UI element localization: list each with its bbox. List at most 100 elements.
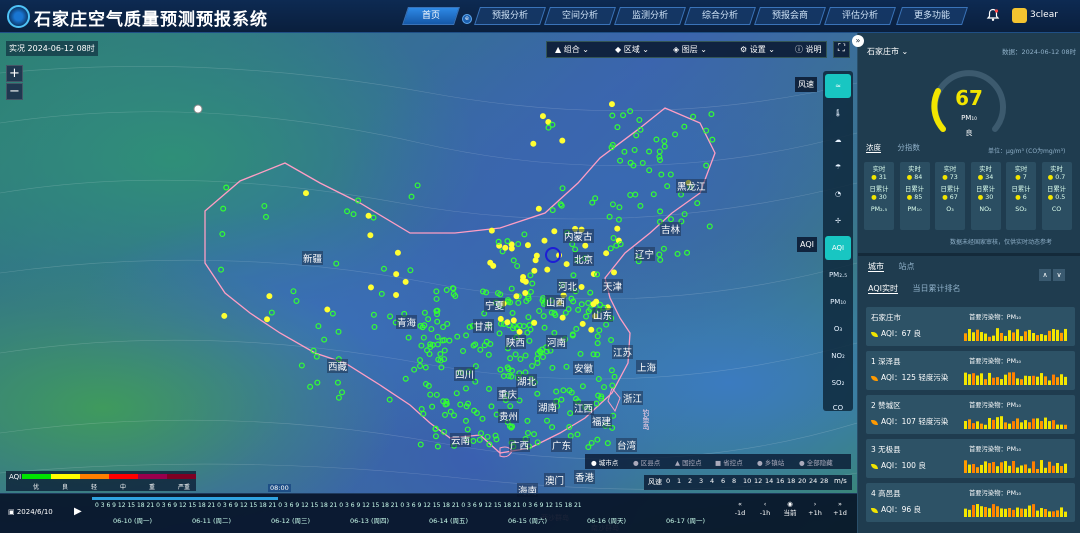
user-avatar-icon[interactable] bbox=[1012, 8, 1027, 23]
timeline-progress[interactable] bbox=[92, 497, 278, 500]
timeline-control-2[interactable]: ◉ 当前 bbox=[778, 500, 802, 518]
timeline-day-label[interactable]: 06-10 (周一) bbox=[113, 515, 152, 525]
toolbar-settings[interactable]: ⚙ 设置 ⌄ bbox=[740, 42, 775, 57]
timeline-date: ▣ 2024/6/10 bbox=[8, 508, 53, 516]
trend-bar bbox=[972, 373, 975, 385]
region-label: 宁夏 bbox=[484, 298, 506, 312]
ranking-row[interactable]: 石家庄市 首要污染物：PM₁₀ AQI：67 良 bbox=[866, 307, 1075, 346]
layer-county-points[interactable]: ● 区县点 bbox=[633, 457, 660, 467]
cloud-icon[interactable]: ☁︎ bbox=[825, 128, 851, 152]
trend-bar bbox=[1044, 376, 1047, 385]
tab-concentration[interactable]: 浓度 bbox=[866, 143, 881, 153]
pollutant-card[interactable]: 实时 ● 31 日累计 ● 30 PM₂.₅ bbox=[864, 162, 894, 230]
timeline-day-label[interactable]: 06-16 (周天) bbox=[587, 515, 626, 525]
nav-monitoring-analysis[interactable]: 监测分析 bbox=[614, 7, 686, 25]
nav-comprehensive-analysis[interactable]: 综合分析 bbox=[684, 7, 756, 25]
card-rt-label: 实时 bbox=[872, 166, 886, 173]
fan-icon[interactable]: ✢ bbox=[825, 209, 851, 233]
layer-city-points[interactable]: ● 城市点 bbox=[591, 457, 618, 467]
wind-speed-button[interactable]: 风速 bbox=[795, 77, 817, 92]
nav-evaluation-analysis[interactable]: 评估分析 bbox=[824, 7, 896, 25]
toolbar-combo[interactable]: ▲ 组合 ⌄ bbox=[555, 42, 589, 57]
map-toolbar: ▲ 组合 ⌄ ◆ 区域 ⌄ ◈ 图层 ⌄ ⚙ 设置 ⌄ ⓘ 说明 bbox=[546, 41, 827, 58]
timeline-day-label[interactable]: 06-11 (周二) bbox=[192, 515, 231, 525]
ranking-row[interactable]: 2 赞城区 首要污染物：PM₁₀ AQI：107 轻度污染 bbox=[866, 395, 1075, 434]
nav-home[interactable]: 首页 bbox=[402, 7, 460, 25]
zoom-out-button[interactable]: − bbox=[6, 83, 23, 100]
station-marker bbox=[657, 256, 664, 263]
timeline-day-label[interactable]: 06-14 (周五) bbox=[429, 515, 468, 525]
timeline-day-label[interactable]: 06-15 (周六) bbox=[508, 515, 547, 525]
layer-aqi-button[interactable]: AQI bbox=[825, 236, 851, 260]
fullscreen-icon[interactable]: ⛶ bbox=[833, 41, 850, 58]
trend-bar bbox=[1044, 509, 1047, 517]
ranking-row[interactable]: 3 无极县 首要污染物：PM₁₀ AQI：100 良 bbox=[866, 439, 1075, 478]
trend-bar bbox=[1012, 509, 1015, 517]
temperature-icon[interactable]: 🌡︎ bbox=[825, 101, 851, 125]
region-label: 河南 bbox=[546, 335, 568, 349]
timeline-day-label[interactable]: 06-13 (周四) bbox=[350, 515, 389, 525]
nav-forecast-analysis[interactable]: 预报分析 bbox=[474, 7, 546, 25]
layer-no2-button[interactable]: NO₂ bbox=[825, 344, 851, 368]
tab-aqi-realtime[interactable]: AQI实时 bbox=[868, 284, 898, 294]
rain-icon[interactable]: ☂︎ bbox=[825, 155, 851, 179]
layer-national-points[interactable]: ▲ 国控点 bbox=[675, 457, 702, 467]
toolbar-layer[interactable]: ◈ 图层 ⌄ bbox=[673, 42, 707, 57]
ranking-row[interactable]: 1 深泽县 首要污染物：PM₁₀ AQI：125 轻度污染 bbox=[866, 351, 1075, 390]
layer-town-stations[interactable]: ● 乡镇站 bbox=[757, 457, 784, 467]
pressure-icon[interactable]: ◔ bbox=[825, 182, 851, 206]
station-marker bbox=[660, 245, 667, 252]
tab-daily-ranking[interactable]: 当日累计排名 bbox=[913, 284, 961, 293]
timeline-day-label[interactable]: 06-17 (周一) bbox=[666, 515, 705, 525]
station-marker bbox=[709, 136, 716, 143]
nav-more-functions[interactable]: 更多功能 bbox=[896, 7, 968, 25]
layer-hide-all[interactable]: ● 全部隐藏 bbox=[799, 457, 833, 467]
tab-sub-index[interactable]: 分指数 bbox=[897, 143, 920, 152]
wind-layer-icon[interactable]: ≈ bbox=[825, 74, 851, 98]
pollutant-card[interactable]: 实时 ● 73 日累计 ● 67 O₃ bbox=[935, 162, 965, 230]
timeline-day-label[interactable]: 06-12 (周三) bbox=[271, 515, 310, 525]
collapse-panel-icon[interactable]: » bbox=[852, 35, 864, 47]
bell-icon[interactable] bbox=[986, 8, 1000, 22]
timeline-control-0[interactable]: «-1d bbox=[728, 500, 752, 518]
trend-bar bbox=[1064, 463, 1067, 473]
zoom-in-button[interactable]: + bbox=[6, 65, 23, 82]
timeline-control-1[interactable]: ‹ -1h bbox=[753, 500, 777, 518]
layer-pm10-button[interactable]: PM₁₀ bbox=[825, 290, 851, 314]
wind-tick-label: 24 bbox=[809, 477, 818, 485]
card-day-label: 日累计 bbox=[869, 185, 889, 193]
layer-co-button[interactable]: CO bbox=[825, 396, 851, 420]
map-view[interactable]: 黑龙江 吉林 内蒙古 辽宁 北京 河北 天津 新疆 宁夏 山西 山东 青海 甘肃 陕西 河南 江苏 西藏 四川 湖北… bbox=[0, 33, 857, 533]
nav-spatial-analysis[interactable]: 空间分析 bbox=[544, 7, 616, 25]
timeline-control-3[interactable]: › +1h bbox=[803, 500, 827, 518]
tab-city[interactable]: 城市 bbox=[868, 262, 884, 272]
trend-bar bbox=[1064, 328, 1067, 341]
pollutant-card[interactable]: 实时 ● 0.7 日累计 ● 0.5 CO bbox=[1041, 162, 1072, 230]
user-name[interactable]: 3clear bbox=[1030, 10, 1058, 20]
layer-provincial-points[interactable]: ■ 省控点 bbox=[715, 457, 743, 467]
layer-so2-button[interactable]: SO₂ bbox=[825, 371, 851, 395]
layer-o3-button[interactable]: O₃ bbox=[825, 317, 851, 341]
region-label: 天津 bbox=[602, 279, 624, 293]
nav-forecast-consultation[interactable]: 预报会商 bbox=[754, 7, 826, 25]
timeline-control-label: 当前 bbox=[783, 509, 797, 517]
layer-pm25-button[interactable]: PM₂.₅ bbox=[825, 263, 851, 287]
ranking-row[interactable]: 4 高邑县 首要污染物：PM₁₀ AQI：96 良 bbox=[866, 483, 1075, 522]
timeline-control-4[interactable]: » +1d bbox=[828, 500, 852, 518]
pollutant-card[interactable]: 实时 ● 84 日累计 ● 85 PM₁₀ bbox=[899, 162, 930, 230]
trend-bar bbox=[988, 418, 991, 429]
pollutant-card[interactable]: 实时 ● 7 日累计 ● 6 SO₂ bbox=[1006, 162, 1036, 230]
trend-bar bbox=[964, 460, 967, 473]
play-icon[interactable]: ▶ bbox=[74, 506, 85, 517]
tab-station[interactable]: 站点 bbox=[899, 262, 915, 271]
sort-down-button[interactable]: ∨ bbox=[1053, 269, 1065, 281]
station-marker bbox=[432, 433, 439, 440]
trend-bar bbox=[1012, 461, 1015, 473]
trend-bar bbox=[996, 466, 999, 473]
toolbar-region[interactable]: ◆ 区域 ⌄ bbox=[615, 42, 649, 57]
toolbar-help[interactable]: ⓘ 说明 bbox=[795, 42, 822, 57]
city-selector[interactable]: 石家庄市 ⌄ bbox=[867, 46, 908, 57]
sort-up-button[interactable]: ∧ bbox=[1039, 269, 1051, 281]
right-layer-bar: ≈ 🌡︎ ☁︎ ☂︎ ◔ ✢ AQI PM₂.₅ PM₁₀ O₃ NO₂ SO₂… bbox=[823, 71, 853, 412]
pollutant-card[interactable]: 实时 ● 34 日累计 ● 30 NO₂ bbox=[970, 162, 1001, 230]
